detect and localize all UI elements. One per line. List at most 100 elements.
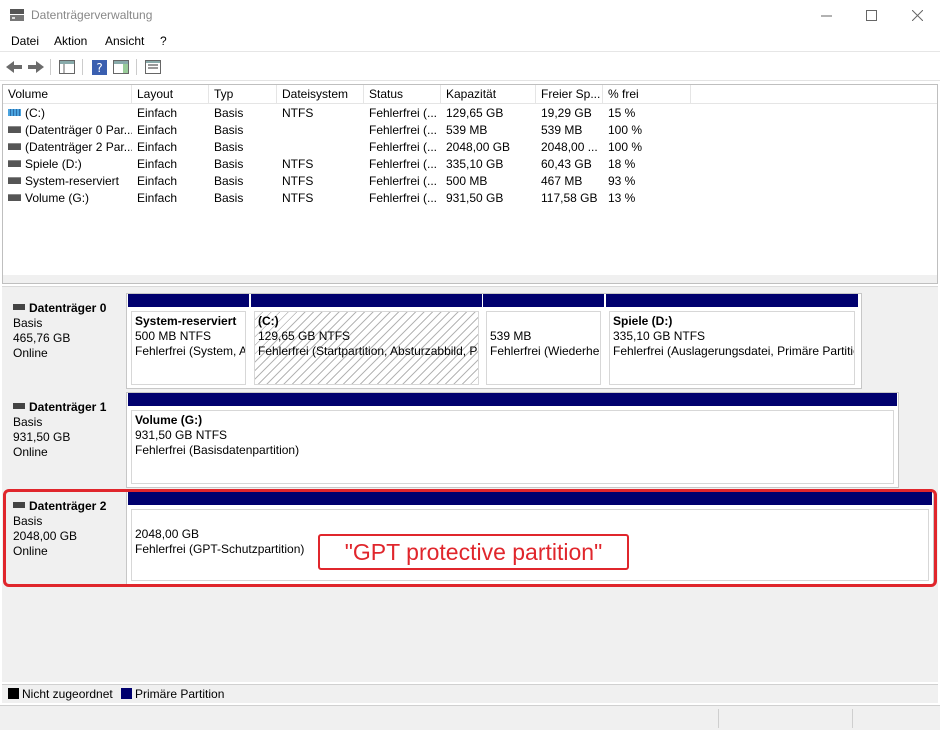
table-cell: Einfach [137, 140, 178, 154]
column-header[interactable]: Dateisystem [277, 85, 364, 104]
table-cell: Einfach [137, 106, 178, 120]
table-cell: 931,50 GB [446, 191, 504, 205]
legend-swatch [8, 688, 19, 700]
primary-partition-bar [128, 393, 897, 406]
table-cell: 60,43 GB [541, 157, 592, 171]
back-button[interactable] [4, 57, 24, 77]
primary-partition-bar [128, 492, 932, 505]
column-header[interactable]: % frei [603, 85, 691, 104]
table-cell: 500 MB [446, 174, 488, 188]
partition-status: Fehlerfrei (System, Aktiv, Primäre Parti… [135, 344, 245, 358]
forward-arrow-icon [28, 61, 44, 73]
legend-label: Nicht zugeordnet [22, 687, 113, 701]
disk-2-size: 2048,00 GB [13, 529, 78, 543]
table-row[interactable]: (C:) Einfach Basis NTFS Fehlerfrei (... 129,6… [3, 105, 937, 122]
show-hide-tree-button[interactable] [57, 57, 77, 77]
primary-partition-bar [251, 294, 482, 307]
partition-name [490, 314, 597, 329]
partition-c[interactable]: (C:) 129,65 GB NTFS Fehlerfrei (Startpar… [251, 294, 482, 388]
title-bar: Datenträgerverwaltung [0, 0, 940, 30]
partition-recovery[interactable]: 539 MB Fehlerfrei (Wiederherstellungspar… [483, 294, 604, 388]
drive-icon [8, 143, 21, 151]
menu-help[interactable]: ? [160, 34, 167, 48]
table-cell: NTFS [282, 157, 314, 171]
partition-system-reserviert[interactable]: System-reserviert 500 MB NTFS Fehlerfrei… [128, 294, 249, 388]
partition-status: Fehlerfrei (Startpartition, Absturzabbil… [258, 344, 478, 358]
disk-0-type: Basis [13, 316, 43, 330]
table-cell: 93 % [608, 174, 636, 188]
close-icon [911, 9, 923, 21]
menu-ansicht[interactable]: Ansicht [105, 34, 144, 48]
disk-management-app-icon [10, 9, 24, 21]
table-cell: 15 % [608, 106, 636, 120]
status-divider [718, 709, 719, 728]
close-button[interactable] [894, 0, 940, 30]
partition-name: Volume (G:) [135, 413, 203, 427]
menu-aktion[interactable]: Aktion [54, 34, 87, 48]
primary-partition-bar [128, 294, 249, 307]
legend-unallocated: Nicht zugeordnet [8, 687, 113, 701]
column-header[interactable]: Typ [209, 85, 277, 104]
maximize-button[interactable] [848, 0, 894, 30]
horizontal-scrollbar[interactable] [3, 275, 937, 283]
table-row[interactable]: (Datenträger 2 Par... Einfach Basis Fehlerf… [3, 139, 937, 156]
table-cell: (C:) [3, 105, 132, 122]
column-header[interactable]: Freier Sp... [536, 85, 603, 104]
annotation-callout: "GPT protective partition" [318, 534, 629, 570]
disk-1-label[interactable]: Datenträger 1 Basis 931,50 GB Online [5, 392, 125, 488]
table-cell: NTFS [282, 174, 314, 188]
table-cell: 18 % [608, 157, 636, 171]
table-row[interactable]: System-reserviert Einfach Basis NTFS Fehlerf… [3, 173, 937, 190]
help-icon: ? [91, 59, 107, 75]
table-cell: 117,58 GB [541, 191, 598, 205]
table-cell: Spiele (D:) [3, 156, 132, 173]
menu-datei[interactable]: Datei [11, 34, 39, 48]
table-cell: Fehlerfrei (... [369, 157, 438, 171]
partition-spiele-d[interactable]: Spiele (D:) 335,10 GB NTFS Fehlerfrei (A… [606, 294, 858, 388]
partition-detail: 129,65 GB NTFS [258, 329, 351, 343]
column-header[interactable]: Kapazität [441, 85, 536, 104]
forward-button[interactable] [26, 57, 46, 77]
properties-icon [145, 60, 161, 74]
properties-button[interactable] [143, 57, 163, 77]
table-cell: NTFS [282, 106, 314, 120]
toolbar-separator [136, 59, 137, 75]
partition-detail: 500 MB NTFS [135, 329, 212, 343]
disk-graphical-view: Datenträger 0 Basis 465,76 GB Online Sys… [2, 286, 938, 682]
drive-icon [8, 177, 21, 185]
partition-detail: 931,50 GB NTFS [135, 428, 228, 442]
drive-icon [8, 194, 21, 202]
disk-2-name: Datenträger 2 [29, 499, 107, 513]
volume-list[interactable]: Volume Layout Typ Dateisystem Status Kapazitä… [2, 84, 938, 284]
volume-name: (Datenträger 2 Par... [25, 140, 132, 154]
minimize-button[interactable] [803, 0, 849, 30]
volume-name: System-reserviert [25, 174, 120, 188]
table-cell: Basis [214, 157, 244, 171]
column-header[interactable]: Status [364, 85, 441, 104]
table-cell: NTFS [282, 191, 314, 205]
table-cell: Einfach [137, 123, 178, 137]
table-row[interactable]: Spiele (D:) Einfach Basis NTFS Fehlerfrei (.… [3, 156, 937, 173]
partition-volume-g[interactable]: Volume (G:) 931,50 GB NTFS Fehlerfrei (B… [128, 393, 897, 487]
partition-detail: 539 MB [490, 329, 532, 343]
primary-partition-bar [483, 294, 604, 307]
table-cell: Einfach [137, 174, 178, 188]
partition-status: Fehlerfrei (Wiederherstellungspartition) [490, 344, 600, 358]
table-cell: Fehlerfrei (... [369, 191, 438, 205]
column-header[interactable]: Layout [132, 85, 209, 104]
table-cell: Basis [214, 140, 244, 154]
disk-1-type: Basis [13, 415, 43, 429]
column-header[interactable]: Volume [3, 85, 132, 104]
disk-2-label[interactable]: Datenträger 2 Basis 2048,00 GB Online [5, 491, 125, 587]
partition-name: Spiele (D:) [613, 314, 673, 328]
table-row[interactable]: Volume (G:) Einfach Basis NTFS Fehlerfrei (.… [3, 190, 937, 207]
table-row[interactable]: (Datenträger 0 Par... Einfach Basis Fehlerf… [3, 122, 937, 139]
primary-partition-bar [606, 294, 858, 307]
help-button[interactable]: ? [89, 57, 109, 77]
table-cell: 100 % [608, 123, 643, 137]
action-pane-button[interactable] [111, 57, 131, 77]
partition-detail: 335,10 GB NTFS [613, 329, 706, 343]
disk-0-label[interactable]: Datenträger 0 Basis 465,76 GB Online [5, 293, 125, 389]
table-cell: Basis [214, 191, 244, 205]
toolbar-separator [50, 59, 51, 75]
